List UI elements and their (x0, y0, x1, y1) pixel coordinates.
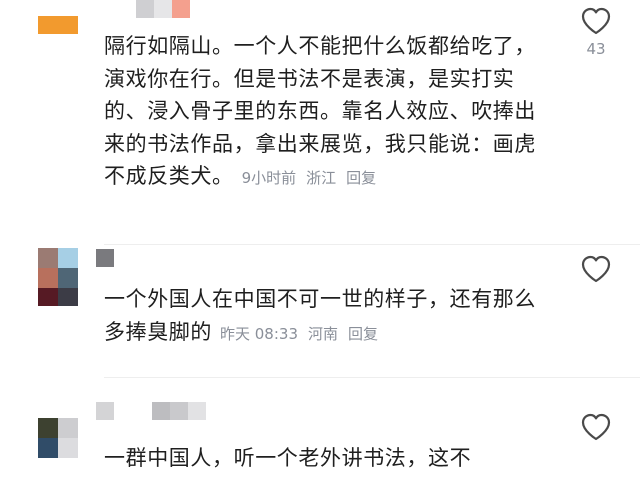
like-button[interactable] (576, 254, 616, 288)
comment-body: 一群中国人，听一个老外讲书法，这不 (104, 446, 472, 470)
comment-item: 一个外国人在中国不可一世的样子，还有那么多捧臭脚的 昨天 08:33 河南 回复 (0, 245, 640, 378)
heart-outline-icon (581, 413, 611, 441)
like-button[interactable]: 43 (576, 6, 616, 58)
comment-meta: 昨天 08:33 河南 回复 (220, 325, 388, 343)
comment-body: 隔行如隔山。一个人不能把什么饭都给吃了，演戏你在行。但是书法不是表演，是实打实的… (104, 34, 536, 188)
comment-text: 一个外国人在中国不可一世的样子，还有那么多捧臭脚的 昨天 08:33 河南 回复 (104, 283, 544, 350)
like-count: 43 (586, 40, 606, 58)
avatar-pixel (38, 16, 78, 34)
comment-text: 隔行如隔山。一个人不能把什么饭都给吃了，演戏你在行。但是书法不是表演，是实打实的… (104, 30, 544, 195)
comment-location: 浙江 (306, 169, 337, 187)
comment-text: 一群中国人，听一个老外讲书法，这不 (104, 442, 544, 475)
reply-button[interactable]: 回复 (348, 325, 378, 343)
comment-meta: 9小时前 浙江 回复 (242, 169, 387, 187)
avatar[interactable] (38, 248, 78, 306)
comment-item: 43 隔行如隔山。一个人不能把什么饭都给吃了，演戏你在行。但是书法不是表演，是实… (0, 0, 640, 245)
comment-time: 昨天 08:33 (220, 324, 298, 343)
comment-location: 河南 (308, 324, 339, 343)
avatar[interactable] (38, 0, 78, 36)
heart-outline-icon (581, 255, 611, 283)
reply-button[interactable]: 回复 (346, 169, 376, 187)
comment-time: 9小时前 (241, 169, 297, 187)
heart-outline-icon (581, 7, 611, 35)
like-button[interactable] (576, 412, 616, 442)
avatar[interactable] (38, 418, 78, 458)
comment-item: 一群中国人，听一个老外讲书法，这不 (0, 378, 640, 486)
